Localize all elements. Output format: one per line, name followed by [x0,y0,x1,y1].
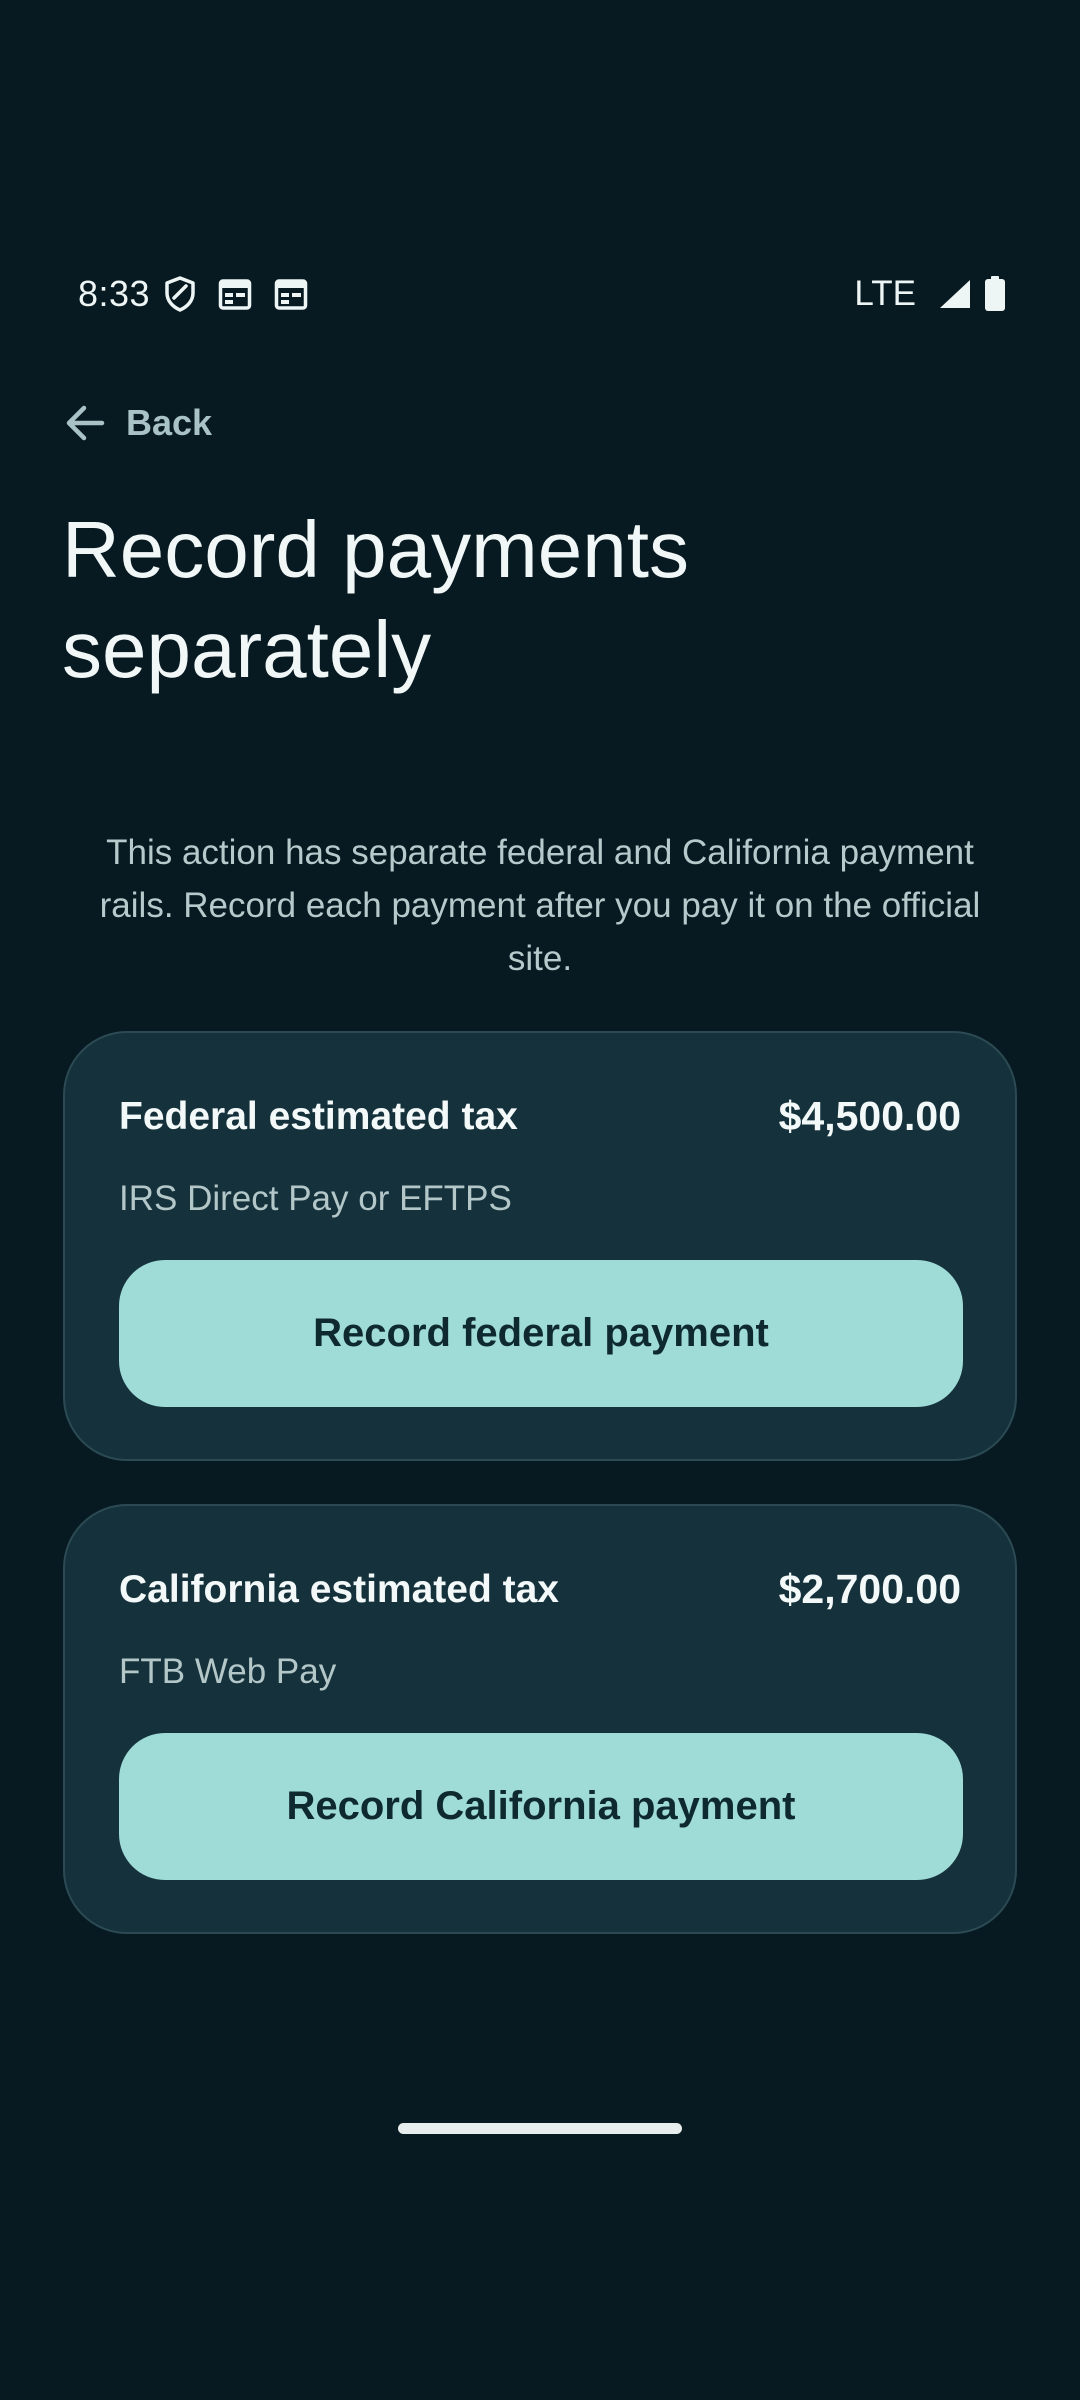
status-time: 8:33 [78,273,151,314]
payment-method: IRS Direct Pay or EFTPS [119,1179,512,1218]
card-header: Federal estimated tax $4,500.00 [119,1093,961,1140]
record-federal-payment-button[interactable]: Record federal payment [119,1260,963,1407]
federal-payment-card: Federal estimated tax $4,500.00 IRS Dire… [63,1031,1017,1461]
back-label: Back [126,402,213,443]
status-right: LTE [854,274,1006,314]
page-description: This action has separate federal and Cal… [99,833,981,978]
california-payment-card: California estimated tax $2,700.00 FTB W… [63,1504,1017,1934]
calendar-icon [274,278,308,310]
record-california-payment-button[interactable]: Record California payment [119,1733,963,1880]
home-indicator[interactable] [398,2123,682,2134]
calendar-icon [218,278,252,310]
card-amount: $2,700.00 [778,1566,961,1612]
card-title: California estimated tax [119,1567,559,1611]
shield-icon [164,276,196,312]
arrow-left-icon [64,403,106,443]
card-amount: $4,500.00 [778,1093,961,1139]
card-title: Federal estimated tax [119,1094,518,1138]
back-button[interactable]: Back [64,392,212,454]
payment-method: FTB Web Pay [119,1652,337,1691]
screen: 8:33 LTE Back Record payments separately… [0,0,1080,2400]
card-header: California estimated tax $2,700.00 [119,1566,961,1613]
status-left: 8:33 [78,273,330,315]
network-type: LTE [854,274,916,313]
signal-icon [938,278,972,310]
status-bar: 8:33 LTE [0,264,1080,324]
battery-icon [984,276,1006,312]
page-title: Record payments separately [62,505,689,694]
